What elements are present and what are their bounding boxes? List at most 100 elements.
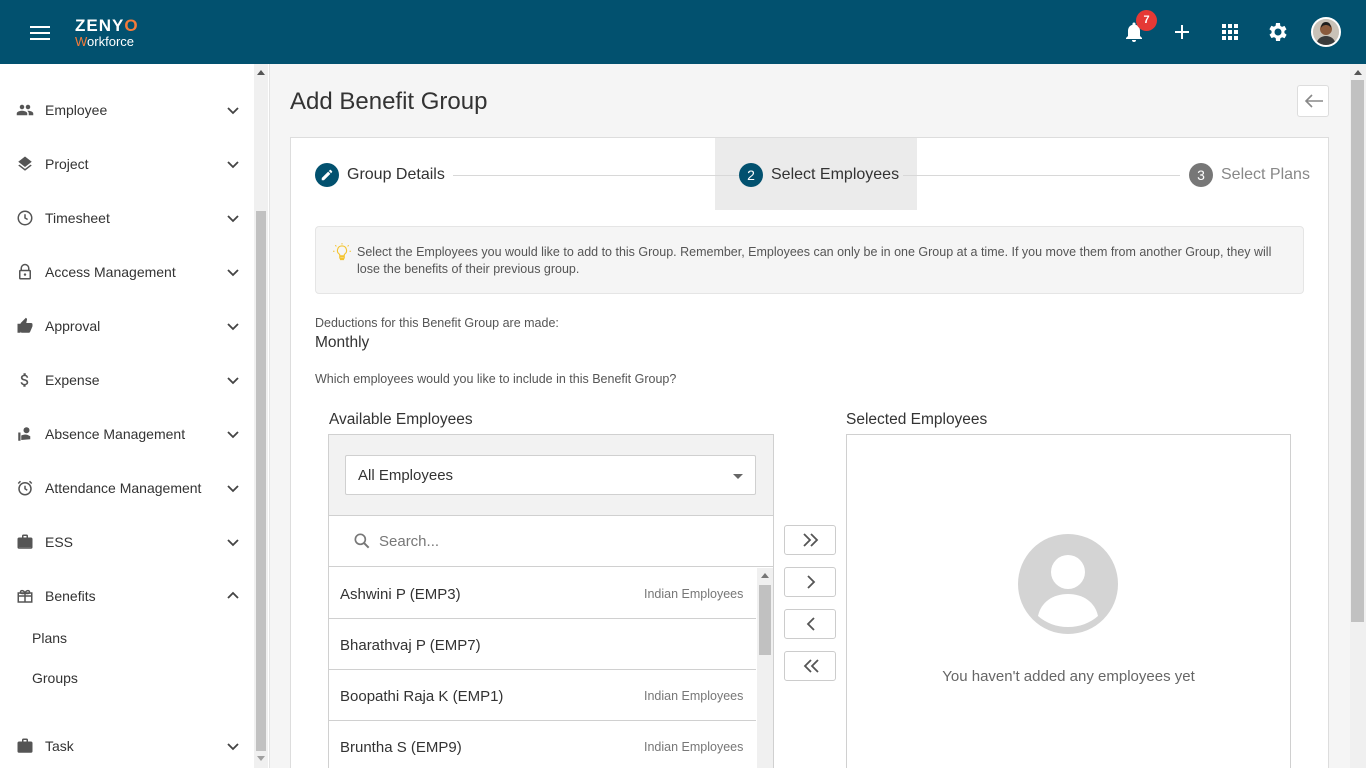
add-icon[interactable] xyxy=(1170,20,1194,44)
notification-badge: 7 xyxy=(1136,10,1157,31)
chevron-down-icon xyxy=(227,485,239,493)
selected-employees-title: Selected Employees xyxy=(846,411,988,428)
available-employees-title: Available Employees xyxy=(329,411,473,428)
employee-search-input[interactable] xyxy=(379,530,749,552)
sidebar-item-label: Absence Management xyxy=(45,426,186,442)
move-all-right-button[interactable] xyxy=(784,525,836,555)
sidebar-item-employee[interactable]: Employee xyxy=(0,90,252,130)
employee-group: Indian Employees xyxy=(644,689,744,703)
sidebar-scroll-down-icon[interactable] xyxy=(257,756,265,761)
people-icon xyxy=(16,104,34,116)
clock-icon xyxy=(17,210,33,226)
back-button[interactable] xyxy=(1297,85,1329,117)
apps-grid-icon[interactable] xyxy=(1218,20,1242,44)
double-chevron-right-icon xyxy=(803,533,819,547)
sidebar-item-absence-management[interactable]: Absence Management xyxy=(0,414,252,454)
chevron-down-icon xyxy=(227,377,239,385)
sidebar-item-label: Timesheet xyxy=(45,210,110,226)
dollar-icon xyxy=(20,373,29,387)
chevron-down-icon xyxy=(227,161,239,169)
step-2-number[interactable]: 2 xyxy=(739,163,763,187)
chevron-down-icon xyxy=(227,269,239,277)
move-left-button[interactable] xyxy=(784,609,836,639)
sidebar-item-access-management[interactable]: Access Management xyxy=(0,252,252,292)
step-2-label[interactable]: Select Employees xyxy=(771,166,899,184)
employee-list-scroll-thumb[interactable] xyxy=(759,585,771,655)
step-1-edit-icon[interactable] xyxy=(315,163,339,187)
stepper-connector xyxy=(903,175,1180,176)
chevron-down-icon xyxy=(227,215,239,223)
sidebar-item-timesheet[interactable]: Timesheet xyxy=(0,198,252,238)
employee-group: Indian Employees xyxy=(644,587,744,601)
employee-filter-select[interactable]: All Employees xyxy=(345,455,756,495)
step-3-label[interactable]: Select Plans xyxy=(1221,166,1310,184)
empty-state-text: You haven't added any employees yet xyxy=(942,668,1195,685)
question-label: Which employees would you like to includ… xyxy=(315,372,677,386)
sidebar-scroll-up-icon[interactable] xyxy=(257,70,265,75)
sidebar-subitem-plans[interactable]: Plans xyxy=(32,630,67,646)
employee-filter-value: All Employees xyxy=(358,467,454,484)
chevron-up-icon xyxy=(227,591,239,599)
sidebar-item-label: Task xyxy=(45,738,74,754)
caret-down-icon xyxy=(733,474,743,479)
chevron-down-icon xyxy=(227,323,239,331)
chevron-down-icon xyxy=(227,539,239,547)
page-scroll-thumb[interactable] xyxy=(1351,80,1364,622)
app-logo[interactable]: ZENYO Workforce xyxy=(75,17,139,48)
user-avatar[interactable] xyxy=(1311,17,1341,47)
briefcase-icon xyxy=(17,534,33,549)
list-item[interactable]: Ashwini P (EMP3) Indian Employees xyxy=(329,568,756,619)
info-text: Select the Employees you would like to a… xyxy=(357,245,1272,276)
list-scroll-up-icon[interactable] xyxy=(761,573,769,578)
briefcase-icon xyxy=(17,738,33,753)
sidebar-scroll-thumb[interactable] xyxy=(256,211,266,751)
sidebar-item-label: Employee xyxy=(45,102,108,118)
menu-icon[interactable] xyxy=(30,26,50,40)
page-scroll-up-icon[interactable] xyxy=(1354,70,1362,75)
move-all-left-button[interactable] xyxy=(784,651,836,681)
sidebar-item-label: Access Management xyxy=(45,264,176,280)
move-right-button[interactable] xyxy=(784,567,836,597)
list-item[interactable]: Bharathvaj P (EMP7) xyxy=(329,619,756,670)
double-chevron-left-icon xyxy=(803,659,819,673)
sidebar-item-project[interactable]: Project xyxy=(0,144,252,184)
employee-name: Bruntha S (EMP9) xyxy=(340,739,462,756)
empty-user-avatar-icon xyxy=(1018,534,1118,634)
settings-gear-icon[interactable] xyxy=(1266,20,1290,44)
page-title: Add Benefit Group xyxy=(290,88,488,115)
deductions-label: Deductions for this Benefit Group are ma… xyxy=(315,316,559,330)
lock-icon xyxy=(19,263,31,280)
sidebar-item-benefits[interactable]: Benefits xyxy=(0,576,252,616)
step-3-number[interactable]: 3 xyxy=(1189,163,1213,187)
sidebar-item-task[interactable]: Task xyxy=(0,726,252,766)
step-1-label[interactable]: Group Details xyxy=(347,166,445,184)
sidebar-item-expense[interactable]: Expense xyxy=(0,360,252,400)
sidebar-item-label: Benefits xyxy=(45,588,96,604)
chevron-down-icon xyxy=(227,431,239,439)
employee-group: Indian Employees xyxy=(644,740,744,754)
alarm-icon xyxy=(17,480,33,496)
employee-name: Bharathvaj P (EMP7) xyxy=(340,637,481,654)
employee-name: Boopathi Raja K (EMP1) xyxy=(340,688,504,705)
employee-name: Ashwini P (EMP3) xyxy=(340,586,461,603)
layers-icon xyxy=(18,156,32,171)
thumb-up-icon xyxy=(17,317,33,333)
top-app-bar: ZENYO Workforce 7 xyxy=(0,0,1366,64)
deductions-value: Monthly xyxy=(315,334,370,351)
gift-icon xyxy=(17,589,33,603)
list-item[interactable]: Boopathi Raja K (EMP1) Indian Employees xyxy=(329,670,756,721)
sidebar-item-label: Approval xyxy=(45,318,101,334)
lightbulb-icon xyxy=(333,243,351,261)
sidebar-item-attendance-management[interactable]: Attendance Management xyxy=(0,468,252,508)
sidebar-item-label: Expense xyxy=(45,372,100,388)
sidebar-subitem-groups[interactable]: Groups xyxy=(32,670,78,686)
chevron-down-icon xyxy=(227,107,239,115)
chevron-left-icon xyxy=(806,617,815,631)
sidebar-item-ess[interactable]: ESS xyxy=(0,522,252,562)
sidebar-item-label: Attendance Management xyxy=(45,480,202,496)
absence-icon xyxy=(18,427,31,441)
sidebar-item-label: Project xyxy=(45,156,89,172)
sidebar-item-approval[interactable]: Approval xyxy=(0,306,252,346)
arrow-left-icon xyxy=(1304,94,1323,108)
list-item[interactable]: Bruntha S (EMP9) Indian Employees xyxy=(329,721,756,768)
